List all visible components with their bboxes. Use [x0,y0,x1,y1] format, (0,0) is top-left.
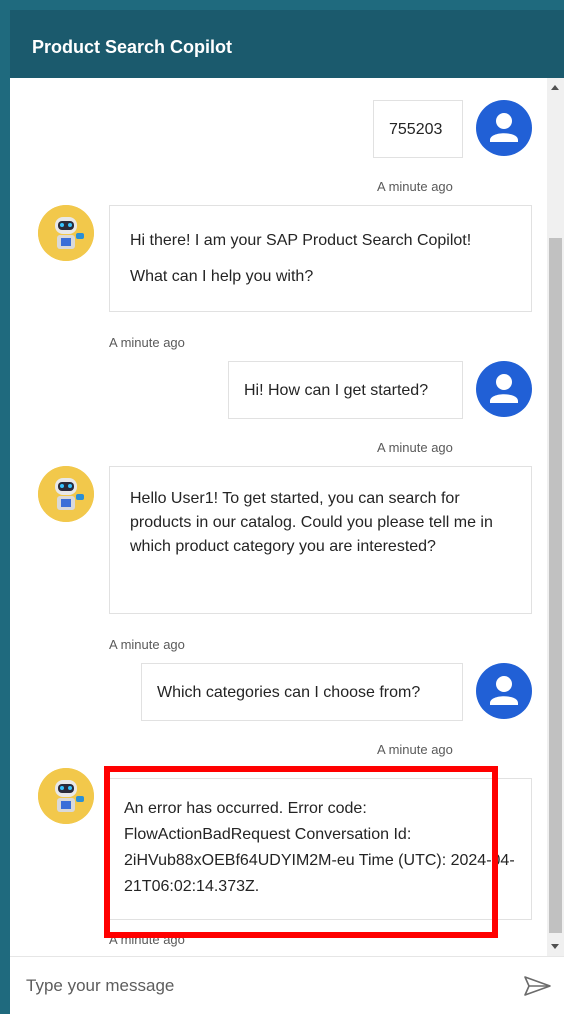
message-timestamp: A minute ago [377,179,453,194]
user-message-text: Which categories can I choose from? [157,684,421,701]
user-message-text: 755203 [389,121,443,138]
bot-message: Hi there! I am your SAP Product Search C… [109,205,532,312]
user-avatar [476,663,532,719]
chat-scrollbar[interactable] [547,78,564,956]
bot-message-line: Hello User1! To get started, you can sea… [130,490,493,555]
user-message-text: Hi! How can I get started? [244,382,429,399]
message-input[interactable] [24,965,508,1007]
scroll-up-icon[interactable] [551,85,559,90]
user-message: Which categories can I choose from? [141,663,463,721]
chat-window: Product Search Copilot 755203 A minute a… [10,10,564,1014]
scrollbar-thumb[interactable] [549,238,562,933]
robot-icon [38,205,94,261]
send-arrow-icon [524,976,551,996]
bot-avatar [38,768,94,824]
error-message-text: An error has occurred. Error code: FlowA… [124,800,515,895]
scroll-down-icon[interactable] [551,944,559,949]
bot-message: Hello User1! To get started, you can sea… [109,466,532,614]
user-message: Hi! How can I get started? [228,361,463,419]
user-avatar [476,100,532,156]
person-icon [490,676,518,705]
message-timestamp: A minute ago [377,742,453,757]
bot-avatar [38,205,94,261]
user-avatar [476,361,532,417]
bot-message-line: Hi there! I am your SAP Product Search C… [130,232,472,249]
user-message: 755203 [373,100,463,158]
bot-message-line: What can I help you with? [130,268,314,285]
robot-icon [38,768,94,824]
conversation-pane[interactable]: 755203 A minute ago Hi there! I am your … [10,78,547,956]
message-composer [10,956,564,1014]
chat-header: Product Search Copilot [10,10,564,78]
message-timestamp: A minute ago [377,440,453,455]
bot-avatar [38,466,94,522]
person-icon [490,113,518,142]
person-icon [490,374,518,403]
error-message: An error has occurred. Error code: FlowA… [109,778,532,920]
send-button[interactable] [522,974,554,998]
message-timestamp: A minute ago [109,335,185,350]
message-timestamp: A minute ago [109,932,185,947]
chat-title: Product Search Copilot [32,37,233,57]
message-timestamp: A minute ago [109,637,185,652]
robot-icon [38,466,94,522]
